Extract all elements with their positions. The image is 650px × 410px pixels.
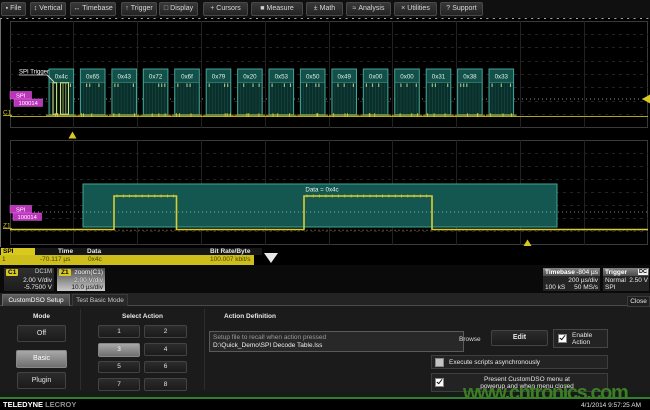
svg-text:SPI: SPI	[16, 94, 26, 100]
svg-text:0x6f: 0x6f	[181, 74, 193, 81]
svg-text:0x4c: 0x4c	[55, 74, 68, 81]
svg-text:0x00: 0x00	[400, 74, 414, 81]
svg-text:0x20: 0x20	[243, 74, 257, 81]
svg-text:0x33: 0x33	[495, 74, 509, 81]
svg-text:0x79: 0x79	[212, 74, 226, 81]
svg-text:0x50: 0x50	[306, 74, 320, 81]
svg-text:0x31: 0x31	[432, 74, 446, 81]
svg-text:Data = 0x4c: Data = 0x4c	[305, 187, 338, 194]
svg-text:100014: 100014	[18, 215, 38, 221]
svg-text:SPI: SPI	[16, 208, 26, 214]
svg-text:0x38: 0x38	[463, 74, 477, 81]
svg-text:0x72: 0x72	[149, 74, 163, 81]
svg-text:100014: 100014	[19, 101, 39, 107]
svg-text:0x49: 0x49	[337, 74, 351, 81]
svg-text:0x00: 0x00	[369, 74, 383, 81]
svg-text:0x65: 0x65	[86, 74, 100, 81]
svg-text:0x53: 0x53	[275, 74, 289, 81]
svg-text:0x43: 0x43	[117, 74, 131, 81]
